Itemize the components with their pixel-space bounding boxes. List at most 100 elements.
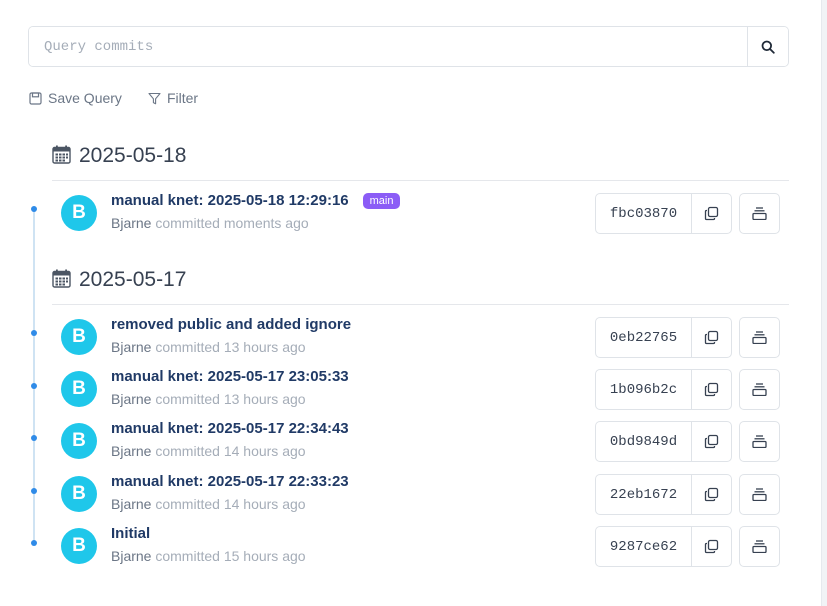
search-bar (28, 26, 789, 67)
browse-files-button[interactable] (739, 317, 780, 358)
avatar: B (61, 528, 97, 564)
avatar: B (61, 476, 97, 512)
copy-sha-button[interactable] (692, 475, 731, 514)
commit-author: Bjarne (111, 548, 152, 564)
filter-icon (148, 92, 161, 104)
browse-files-button[interactable] (739, 421, 780, 462)
date-label: 2025-05-18 (79, 144, 187, 167)
query-toolbar: Save Query Filter (29, 90, 198, 106)
copy-icon (704, 539, 719, 554)
save-query-button[interactable]: Save Query (29, 90, 122, 106)
commit-title: manual knet: 2025-05-18 12:29:16 (111, 192, 349, 209)
commit-title: manual knet: 2025-05-17 22:33:23 (111, 473, 349, 490)
commit-time: 14 hours ago (223, 496, 306, 512)
copy-sha-button[interactable] (692, 194, 731, 233)
sha-group: 22eb1672 (595, 474, 732, 515)
commit-row: B removed public and added ignore Bjarne… (61, 316, 781, 363)
commit-row: B Initial Bjarne committed 15 hours ago … (61, 525, 781, 572)
avatar: B (61, 371, 97, 407)
copy-icon (704, 487, 719, 502)
commit-message[interactable]: manual knet: 2025-05-17 22:34:43 (111, 420, 349, 437)
commit-time: 15 hours ago (223, 548, 306, 564)
browse-files-button[interactable] (739, 474, 780, 515)
commit-action: committed (155, 391, 220, 407)
timeline-dot (31, 383, 37, 389)
copy-icon (704, 330, 719, 345)
copy-icon (704, 434, 719, 449)
commit-title: removed public and added ignore (111, 316, 352, 333)
commit-message[interactable]: manual knet: 2025-05-17 23:05:33 (111, 368, 349, 385)
copy-sha-button[interactable] (692, 318, 731, 357)
archive-icon (752, 207, 767, 220)
archive-icon (752, 331, 767, 344)
timeline-dot (31, 435, 37, 441)
commit-sha[interactable]: 9287ce62 (596, 527, 692, 566)
commit-sha[interactable]: 22eb1672 (596, 475, 692, 514)
browse-files-button[interactable] (739, 369, 780, 410)
commit-title: manual knet: 2025-05-17 23:05:33 (111, 368, 349, 385)
search-input[interactable] (29, 27, 747, 66)
commit-author: Bjarne (111, 496, 152, 512)
commit-sha[interactable]: 1b096b2c (596, 370, 692, 409)
browse-files-button[interactable] (739, 526, 780, 567)
copy-icon (704, 206, 719, 221)
commit-title: manual knet: 2025-05-17 22:34:43 (111, 420, 349, 437)
copy-sha-button[interactable] (692, 370, 731, 409)
date-group-header: 2025-05-17 (52, 268, 789, 305)
search-button[interactable] (747, 27, 788, 66)
save-icon (29, 91, 42, 105)
commit-meta: Bjarne committed 13 hours ago (111, 391, 306, 407)
commit-row: B manual knet: 2025-05-17 22:33:23 Bjarn… (61, 473, 781, 520)
commit-title: Initial (111, 525, 151, 542)
commit-sha[interactable]: 0eb22765 (596, 318, 692, 357)
filter-button[interactable]: Filter (148, 90, 198, 106)
commit-sha[interactable]: fbc03870 (596, 194, 692, 233)
commit-meta: Bjarne committed 14 hours ago (111, 496, 306, 512)
avatar: B (61, 423, 97, 459)
commit-action: committed (155, 548, 220, 564)
save-query-label: Save Query (48, 90, 122, 106)
commit-author: Bjarne (111, 391, 152, 407)
sha-group: 1b096b2c (595, 369, 732, 410)
sha-group: 0eb22765 (595, 317, 732, 358)
scrollbar-track[interactable] (821, 0, 827, 606)
commit-time: 14 hours ago (223, 443, 306, 459)
commit-action: committed (155, 215, 220, 231)
copy-sha-button[interactable] (692, 422, 731, 461)
commit-message[interactable]: manual knet: 2025-05-18 12:29:16 main (111, 192, 401, 209)
commit-action: committed (155, 443, 220, 459)
commit-row: B manual knet: 2025-05-17 22:34:43 Bjarn… (61, 420, 781, 467)
commit-message[interactable]: removed public and added ignore (111, 316, 351, 333)
archive-icon (752, 488, 767, 501)
avatar: B (61, 319, 97, 355)
date-group-header: 2025-05-18 (52, 144, 789, 181)
timeline-dot (31, 540, 37, 546)
commit-meta: Bjarne committed 14 hours ago (111, 443, 306, 459)
commit-author: Bjarne (111, 443, 152, 459)
date-label: 2025-05-17 (79, 268, 187, 291)
calendar-icon (52, 269, 71, 288)
search-icon (761, 40, 775, 54)
commit-meta: Bjarne committed 13 hours ago (111, 339, 306, 355)
calendar-icon (52, 145, 71, 164)
commit-message[interactable]: manual knet: 2025-05-17 22:33:23 (111, 473, 349, 490)
branch-badge: main (362, 192, 401, 209)
timeline-dot (31, 330, 37, 336)
commit-author: Bjarne (111, 215, 152, 231)
commit-action: committed (155, 339, 220, 355)
commit-action: committed (155, 496, 220, 512)
copy-sha-button[interactable] (692, 527, 731, 566)
avatar: B (61, 195, 97, 231)
archive-icon (752, 540, 767, 553)
commit-author: Bjarne (111, 339, 152, 355)
timeline-dot (31, 488, 37, 494)
archive-icon (752, 383, 767, 396)
browse-files-button[interactable] (739, 193, 780, 234)
sha-group: fbc03870 (595, 193, 732, 234)
commit-sha[interactable]: 0bd9849d (596, 422, 692, 461)
copy-icon (704, 382, 719, 397)
sha-group: 9287ce62 (595, 526, 732, 567)
filter-label: Filter (166, 90, 199, 106)
commit-message[interactable]: Initial (111, 525, 150, 542)
commit-time: 13 hours ago (223, 391, 306, 407)
